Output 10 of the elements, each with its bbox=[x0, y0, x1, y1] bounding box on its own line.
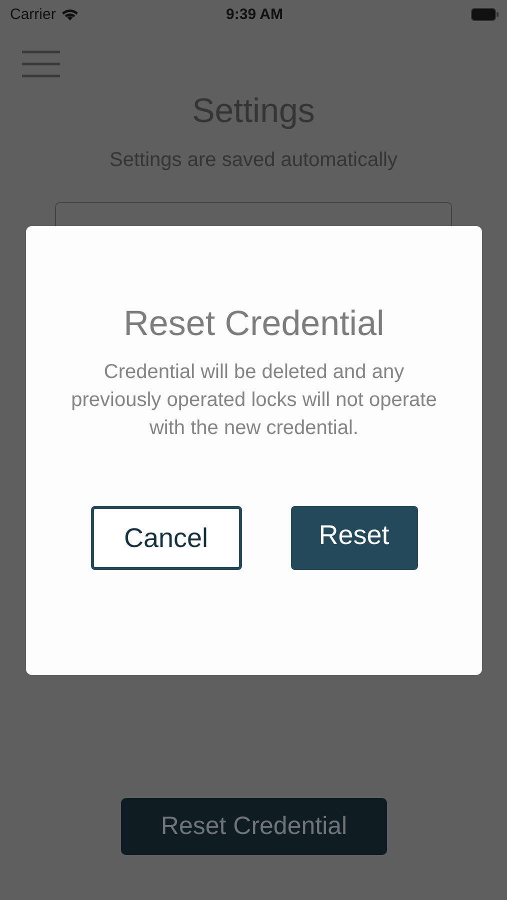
cancel-button[interactable]: Cancel bbox=[90, 506, 242, 570]
dialog-title: Reset Credential bbox=[124, 304, 384, 344]
carrier-label: Carrier bbox=[10, 6, 56, 22]
menu-icon[interactable] bbox=[21, 50, 61, 78]
wifi-icon bbox=[60, 8, 79, 20]
clock-time: 9:39 AM bbox=[226, 6, 283, 22]
reset-credential-button[interactable]: Reset Credential bbox=[121, 798, 387, 855]
battery-icon bbox=[471, 8, 499, 20]
confirm-button[interactable]: Reset bbox=[290, 506, 418, 570]
dialog-message: Credential will be deleted and any previously operated locks will not operate with the new credential. bbox=[70, 360, 438, 441]
